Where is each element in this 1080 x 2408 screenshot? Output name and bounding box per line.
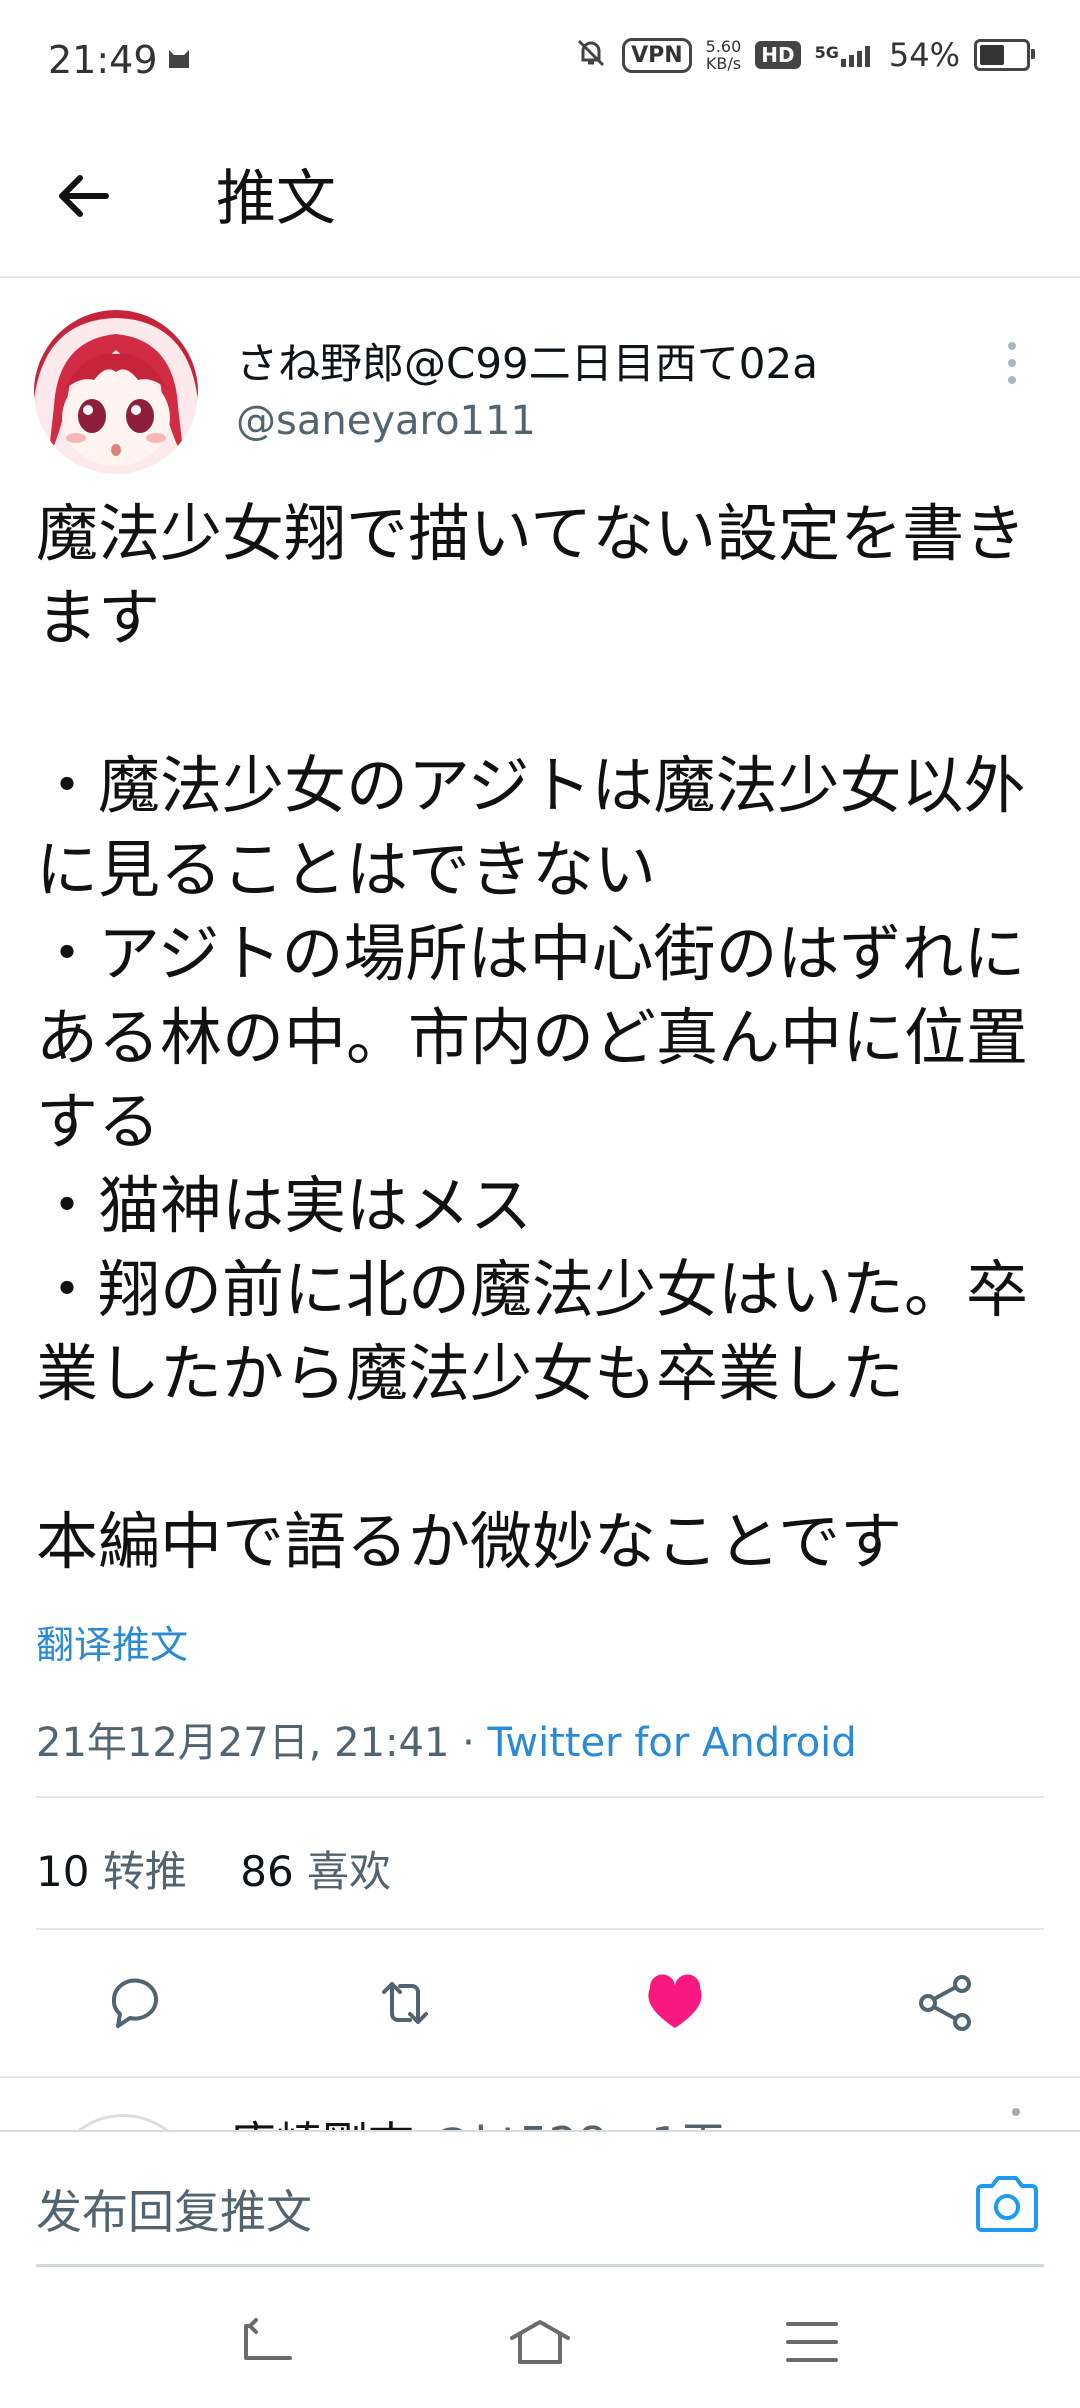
network-speed: 5.60 KB/s [706,38,742,72]
likes-count: 86 [240,1847,294,1896]
more-vertical-icon [1008,342,1016,384]
hd-badge: HD [755,41,801,69]
divider [36,1796,1044,1798]
system-navigation-bar [0,2274,1080,2408]
reply-input-underline [36,2264,1044,2267]
status-bar: 21:49 VPN 5.60 KB/s HD 5G 54% [0,0,1080,120]
nav-home-button[interactable] [508,2314,572,2370]
heart-icon [648,1974,702,2028]
tweet-text: 魔法少女翔で描いてない設定を書きます ・魔法少女のアジトは魔法少女以外に見ること… [36,497,1029,1578]
avatar[interactable] [34,310,198,474]
likes-stat[interactable]: 86 喜欢 [240,1847,391,1896]
network-type: 5G [814,43,839,62]
retweets-count: 10 [36,1847,90,1896]
reply-input[interactable]: 发布回复推文 [36,2176,312,2242]
nav-menu-button[interactable] [780,2314,844,2370]
reply-composer: 发布回复推文 [0,2130,1080,2272]
status-icons: VPN 5.60 KB/s HD 5G 54% [574,36,1035,74]
reply-more-icon[interactable] [1012,2108,1020,2116]
tweet-source-link[interactable]: Twitter for Android [488,1720,857,1766]
cat-notification-icon [166,44,192,74]
page-title: 推文 [216,164,336,234]
user-handle[interactable]: @saneyaro111 [236,398,536,444]
battery-level [980,45,1004,65]
camera-icon [976,2176,1038,2232]
next-reply-peek[interactable]: 唐崎剛志 @kt528 · 1天 [0,2082,1080,2132]
translate-tweet-link[interactable]: 翻译推文 [36,1614,188,1669]
nav-back-icon [244,2318,292,2360]
tweet-stats: 10 转推 86 喜欢 [36,1838,391,1899]
display-name[interactable]: さね野郎@C99二日目西て02a [236,330,818,391]
share-button[interactable] [910,1968,980,2038]
reply-author: 唐崎剛志 @kt528 · 1天 [230,2108,726,2132]
divider [36,1928,1044,1930]
battery-icon [974,39,1035,71]
tweet-timestamp: 21年12月27日, 21:41 · [36,1720,488,1766]
more-options-button[interactable] [1000,338,1024,388]
nav-menu-icon [786,2322,838,2362]
nav-home-icon [510,2320,570,2364]
like-button[interactable] [640,1968,710,2038]
retweets-label: 转推 [102,1847,187,1896]
status-time: 21:49 [48,38,158,82]
likes-label: 喜欢 [307,1847,392,1896]
tweet-metadata: 21年12月27日, 21:41 · Twitter for Android [36,1710,857,1768]
nav-back-button[interactable] [236,2314,300,2370]
signal-icon: 5G [815,43,875,67]
divider [0,2076,1080,2078]
reply-button[interactable] [100,1968,170,2038]
mute-icon [574,36,608,74]
retweet-icon [382,1982,428,2024]
speed-unit: KB/s [705,54,742,73]
reply-icon [111,1978,158,2028]
camera-button[interactable] [974,2174,1040,2234]
back-button[interactable] [52,164,116,228]
vpn-badge: VPN [622,37,692,73]
speed-value: 5.60 [705,37,742,56]
arrow-left-icon [59,175,109,217]
battery-percent: 54% [888,36,960,74]
share-icon [919,1975,971,2031]
retweet-button[interactable] [370,1968,440,2038]
top-app-bar: 推文 [0,120,1080,278]
retweets-stat[interactable]: 10 转推 [36,1847,187,1896]
